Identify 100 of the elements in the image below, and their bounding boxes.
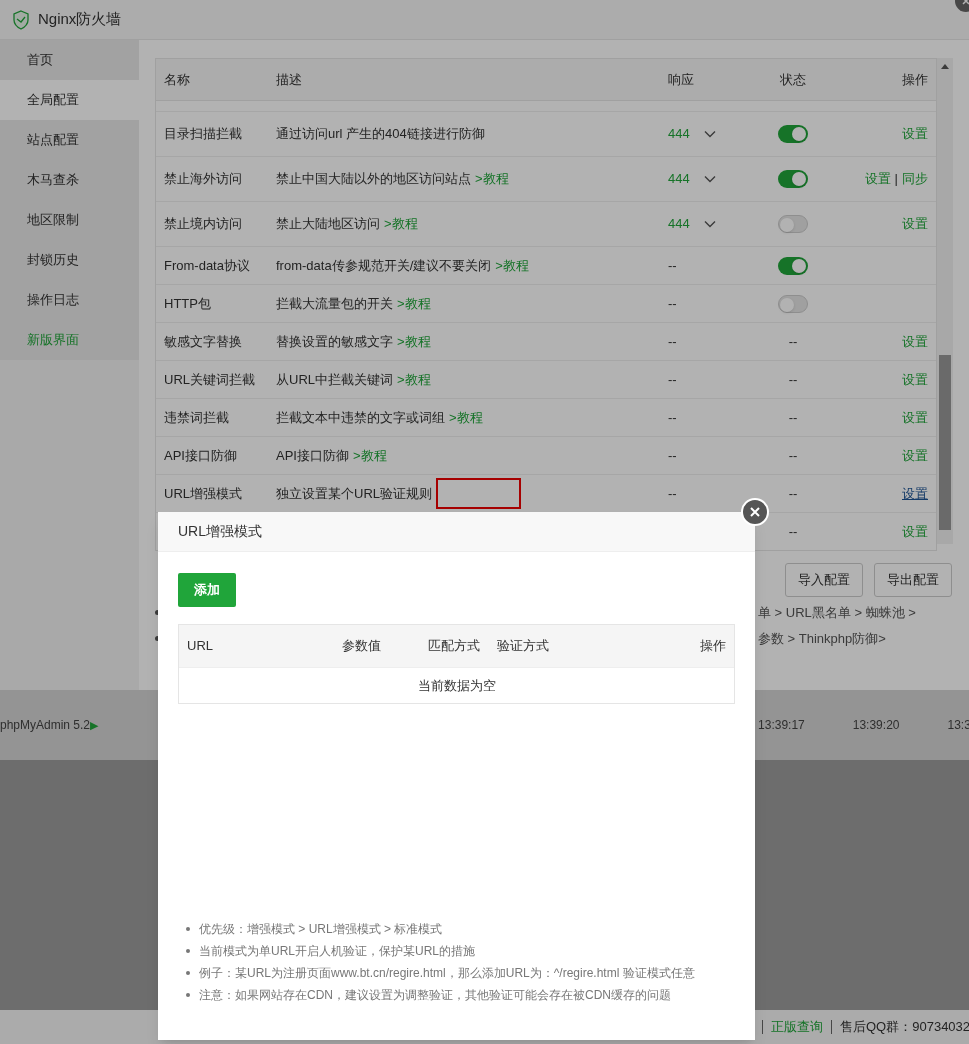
toggle-switch[interactable] xyxy=(778,125,808,143)
config-button[interactable]: 导出配置 xyxy=(874,563,952,597)
add-button[interactable]: 添加 xyxy=(178,573,236,607)
table-cell: URL增强模式 xyxy=(164,485,242,501)
time-label: 13:39:17 xyxy=(758,717,805,734)
table-cell-text: -- xyxy=(788,408,798,427)
tutorial-link[interactable]: >教程 xyxy=(384,214,418,234)
table-cell-text: -- xyxy=(788,370,798,389)
dialog-title: URL增强模式 xyxy=(178,522,262,541)
settings-link[interactable]: 设置 xyxy=(902,407,928,428)
table-cell-text: -- xyxy=(788,332,798,351)
toggle-switch[interactable] xyxy=(778,256,808,275)
table-cell-text: API接口防御 xyxy=(276,446,349,465)
table-cell-text: 禁止大陆地区访问 xyxy=(276,215,380,234)
column-header: 参数值 xyxy=(342,638,381,654)
close-icon xyxy=(750,507,760,517)
play-icon: ▶ xyxy=(90,716,99,734)
table-cell: URL关键词拦截 xyxy=(164,371,255,387)
footer-link[interactable]: 售后QQ群：90734032 xyxy=(840,1017,969,1037)
table-cell-text: -- xyxy=(668,446,677,465)
table-cell-text: -- xyxy=(788,522,798,541)
column-header: 描述 xyxy=(276,70,303,89)
toggle-switch[interactable] xyxy=(778,170,808,188)
table-cell-text: 通过访问url 产生的404链接进行防御 xyxy=(276,125,485,144)
column-header: 名称 xyxy=(163,70,191,89)
settings-link[interactable]: 设置 xyxy=(902,445,928,466)
table-cell-text: 从URL中拦截关键词 xyxy=(276,370,393,389)
toggle-switch[interactable] xyxy=(778,294,808,313)
tutorial-link[interactable]: >教程 xyxy=(449,407,483,428)
note-text: 优先级：增强模式 > URL增强模式 > 标准模式 xyxy=(199,921,443,938)
table-cell-text: -- xyxy=(668,484,677,503)
tutorial-link[interactable]: >教程 xyxy=(352,445,387,466)
settings-link[interactable]: 设置 xyxy=(902,369,928,390)
table-cell: 目录扫描拦截 xyxy=(164,126,242,142)
table-cell: From-data协议 xyxy=(164,257,250,273)
footer-link[interactable]: 正版查询 xyxy=(771,1017,823,1037)
sidebar-item[interactable]: 首页 xyxy=(0,40,139,80)
table-cell-text: -- xyxy=(668,370,677,389)
table-cell-text: -- xyxy=(668,408,677,427)
sidebar-item[interactable]: 木马查杀 xyxy=(0,160,139,200)
tutorial-link[interactable]: >教程 xyxy=(397,369,431,390)
sidebar-item[interactable]: 地区限制 xyxy=(0,200,139,240)
settings-link[interactable]: 设置 xyxy=(902,483,928,504)
tutorial-link[interactable]: >教程 xyxy=(495,255,529,276)
sidebar-item[interactable]: 封锁历史 xyxy=(0,240,139,280)
table-cell-text: -- xyxy=(788,484,798,503)
note-text: 参数 > Thinkphp防御> xyxy=(758,629,886,648)
toggle-switch[interactable] xyxy=(778,215,808,233)
table-cell-text: -- xyxy=(668,332,677,351)
tutorial-link[interactable]: >教程 xyxy=(397,293,431,314)
tutorial-link[interactable]: >教程 xyxy=(397,331,431,352)
table-cell-text: -- xyxy=(788,446,798,465)
sidebar-item[interactable]: 操作日志 xyxy=(0,280,139,320)
table-cell-text: 禁止中国大陆以外的地区访问站点 xyxy=(276,170,471,189)
config-button[interactable]: 导入配置 xyxy=(785,563,863,597)
sidebar-item[interactable]: 新版界面 xyxy=(0,320,139,360)
table-cell: 违禁词拦截 xyxy=(164,409,229,425)
table-cell: HTTP包 xyxy=(164,295,211,311)
column-header: 匹配方式 xyxy=(428,638,480,654)
sidebar-item[interactable]: 站点配置 xyxy=(0,120,139,160)
table-cell[interactable]: 444 xyxy=(668,124,690,144)
note-text: 当前模式为单URL开启人机验证，保护某URL的措施 xyxy=(199,943,475,960)
note-text: 单 > URL黑名单 > 蜘蛛池 > xyxy=(758,604,916,622)
settings-link[interactable]: 同步 xyxy=(902,169,928,189)
column-header: 状态 xyxy=(779,70,807,89)
table-cell[interactable]: 444 xyxy=(668,214,690,234)
table-cell[interactable]: 444 xyxy=(668,169,690,189)
table-cell: 禁止海外访问 xyxy=(164,171,242,187)
table-cell-text: -- xyxy=(668,256,677,275)
shield-icon xyxy=(12,9,30,30)
scroll-up-icon[interactable] xyxy=(941,63,949,69)
bullet-icon xyxy=(186,993,190,997)
table-cell-text: from-data传参规范开关/建议不要关闭 xyxy=(276,256,492,275)
sidebar-item[interactable]: 全局配置 xyxy=(0,80,139,120)
table-cell-text: 独立设置某个URL验证规则 xyxy=(276,484,432,503)
settings-link[interactable]: 设置 xyxy=(864,169,891,189)
tutorial-link[interactable]: >教程 xyxy=(475,169,509,189)
settings-link[interactable]: 设置 xyxy=(902,124,928,144)
table-cell-text: -- xyxy=(668,294,677,313)
column-header: 操作 xyxy=(700,638,726,654)
bullet-icon xyxy=(186,927,190,931)
column-header: URL xyxy=(187,638,213,654)
column-header: 验证方式 xyxy=(497,638,549,654)
note-text: 例子：某URL为注册页面www.bt.cn/regire.html，那么添加URL为：^/regire.html 验证模式任意 xyxy=(199,965,695,982)
settings-link[interactable]: 设置 xyxy=(902,521,928,542)
table-cell-text: 拦截文本中违禁的文字或词组 xyxy=(276,408,445,427)
bullet-icon xyxy=(186,971,190,975)
app-label: phpMyAdmin 5.2 xyxy=(0,717,91,734)
column-header: 操作 xyxy=(901,70,929,89)
column-header: 响应 xyxy=(668,70,695,89)
window-title: Nginx防火墙 xyxy=(38,9,122,30)
scrollbar[interactable] xyxy=(937,58,953,544)
table-cell-text: 拦截大流量包的开关 xyxy=(276,294,393,313)
table-cell: 敏感文字替换 xyxy=(164,333,242,349)
scrollbar-thumb[interactable] xyxy=(939,355,951,530)
note-text: 注意：如果网站存在CDN，建议设置为调整验证，其他验证可能会存在被CDN缓存的问题 xyxy=(199,987,671,1004)
settings-link[interactable]: 设置 xyxy=(902,214,928,234)
settings-link[interactable]: 设置 xyxy=(902,331,928,352)
table-cell: 禁止境内访问 xyxy=(164,216,242,232)
table-cell-text: 替换设置的敏感文字 xyxy=(276,332,393,351)
